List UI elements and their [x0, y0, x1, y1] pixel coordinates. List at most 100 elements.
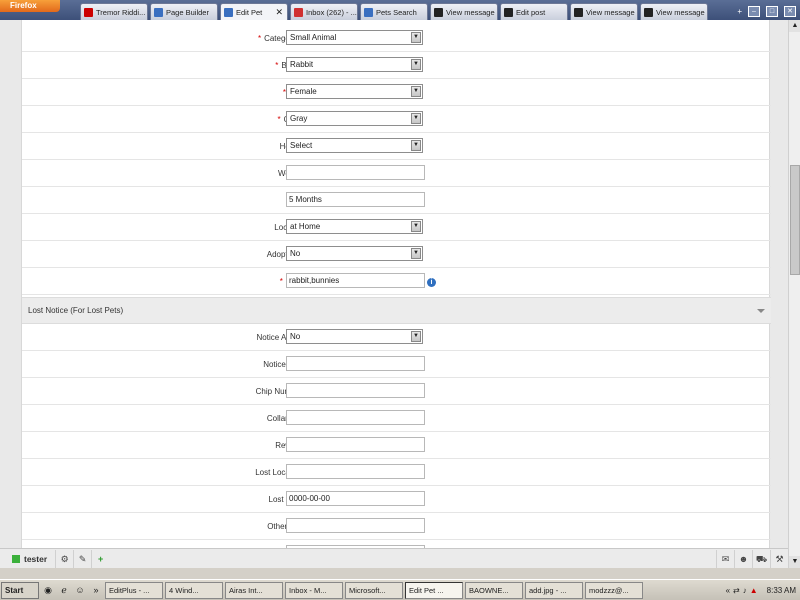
sex-select[interactable]: Female ▼	[286, 84, 423, 99]
form-row-height: Height:Select▼	[22, 133, 771, 160]
height-select[interactable]: Select ▼	[286, 138, 423, 153]
taskbar-button[interactable]: BAOWNE...	[465, 581, 523, 599]
lost-location-input[interactable]	[286, 464, 425, 479]
quick-launch-chevron-icon[interactable]: »	[89, 585, 103, 595]
select-value: Female	[290, 87, 317, 96]
form-row-weight: Weight:	[22, 160, 771, 187]
maximize-button[interactable]: □	[766, 6, 778, 17]
browser-tab[interactable]: Edit Pet ✕	[220, 3, 288, 20]
tray-chevron-icon[interactable]: «	[726, 586, 730, 595]
browser-tab[interactable]: Inbox (262) - ...	[290, 3, 358, 20]
taskbar-button[interactable]: Microsoft...	[345, 581, 403, 599]
cart-icon[interactable]: ⛟	[752, 549, 770, 568]
ie-icon[interactable]: ℯ	[57, 585, 71, 596]
taskbar-button[interactable]: modzzz@...	[585, 581, 643, 599]
start-button[interactable]: Start	[1, 581, 39, 599]
browser-tab[interactable]: Pets Search	[360, 3, 428, 20]
gear-icon[interactable]: ⚙	[55, 549, 73, 568]
notice-active-select[interactable]: No ▼	[286, 329, 423, 344]
tags-input[interactable]: rabbit,bunnies	[286, 273, 425, 288]
user-icon[interactable]: ☻	[734, 549, 752, 568]
edit-icon[interactable]: ✎	[73, 549, 91, 568]
tab-close-icon[interactable]: ✕	[275, 7, 283, 18]
clock: 8:33 AM	[766, 585, 796, 595]
dropdown-arrow-icon[interactable]: ▼	[411, 32, 421, 43]
color-select[interactable]: Gray ▼	[286, 111, 423, 126]
scroll-thumb[interactable]	[790, 165, 800, 275]
select-value: at Home	[290, 222, 321, 231]
tab-label: Edit Pet	[236, 7, 263, 17]
categories-select[interactable]: Small Animal ▼	[286, 30, 423, 45]
lost-date-input[interactable]: 0000-00-00	[286, 491, 425, 506]
taskbar-button[interactable]: EditPlus - ...	[105, 581, 163, 599]
window-controls: + – □ ✕	[737, 3, 800, 20]
reward-input[interactable]	[286, 437, 425, 452]
mail-icon	[574, 7, 583, 17]
outlook-icon[interactable]: ☺	[73, 585, 87, 595]
new-tab-button[interactable]: +	[737, 7, 742, 16]
browser-tab[interactable]: Edit post	[500, 3, 568, 20]
form-row-reward: Reward:	[22, 432, 771, 459]
other-info-input[interactable]	[286, 518, 425, 533]
tab-label: Page Builder	[166, 7, 209, 17]
scroll-down-arrow-icon[interactable]: ▼	[789, 556, 800, 568]
browser-tab[interactable]: Page Builder	[150, 3, 218, 20]
form-row-notice-active: Notice Active: No ▼	[22, 324, 771, 351]
wrench-icon[interactable]: ⚒	[770, 549, 788, 568]
browser-tab[interactable]: View message	[430, 3, 498, 20]
breed-select[interactable]: Rabbit ▼	[286, 57, 423, 72]
page-icon	[364, 7, 373, 17]
browser-tab[interactable]: View message	[570, 3, 638, 20]
acrobat-icon[interactable]: ▲	[750, 586, 758, 595]
form-row-sex: *Sex:Female▼	[22, 79, 771, 106]
adoptable-select[interactable]: No ▼	[286, 246, 423, 261]
select-value: Rabbit	[290, 60, 314, 69]
taskbar-button[interactable]: 4 Wind...	[165, 581, 223, 599]
collar-tag-input[interactable]	[286, 410, 425, 425]
minimize-button[interactable]: –	[748, 6, 760, 17]
located-select[interactable]: at Home ▼	[286, 219, 423, 234]
firefox-menu-button[interactable]: Firefox	[0, 0, 60, 12]
chrome-icon[interactable]: ◉	[41, 585, 55, 596]
page-scrollbar[interactable]: ▲ ▼	[788, 20, 800, 568]
select-value: Small Animal	[290, 33, 337, 42]
form-row-color: *Color:Gray▼	[22, 106, 771, 133]
plus-icon[interactable]: +	[91, 549, 109, 568]
network-icon[interactable]: ⇄	[733, 586, 740, 595]
weight-input[interactable]	[286, 165, 425, 180]
select-value: Select	[290, 141, 313, 150]
form-row-breed: *Breed:Rabbit▼	[22, 52, 771, 79]
taskbar-button[interactable]: Airas Int...	[225, 581, 283, 599]
age-input[interactable]: 5 Months	[286, 192, 425, 207]
dropdown-arrow-icon[interactable]: ▼	[411, 248, 421, 259]
notice-title-input[interactable]	[286, 356, 425, 371]
scroll-up-arrow-icon[interactable]: ▲	[789, 20, 800, 32]
dropdown-arrow-icon[interactable]: ▼	[411, 59, 421, 70]
taskbar-button[interactable]: add.jpg - ...	[525, 581, 583, 599]
dropdown-arrow-icon[interactable]: ▼	[411, 221, 421, 232]
chip-number-input[interactable]	[286, 383, 425, 398]
taskbar-button[interactable]: Inbox - M...	[285, 581, 343, 599]
browser-tab[interactable]: View message	[640, 3, 708, 20]
volume-icon[interactable]: ♪	[743, 586, 747, 595]
form-row-chip-number: Chip Number:	[22, 378, 771, 405]
info-icon[interactable]: i	[427, 278, 436, 287]
username[interactable]: tester	[24, 554, 47, 564]
mail-icon[interactable]: ✉	[716, 549, 734, 568]
lost-notice-section-header[interactable]: Lost Notice (For Lost Pets)	[22, 297, 771, 324]
taskbar-button[interactable]: Edit Pet ...	[405, 581, 463, 599]
page-content: *Categories:Small Animal▼*Breed:Rabbit▼*…	[0, 20, 788, 548]
form-row-collar-tag: Collar Tag:	[22, 405, 771, 432]
collapse-triangle-icon[interactable]	[757, 309, 765, 313]
close-window-button[interactable]: ✕	[784, 6, 796, 17]
browser-tab[interactable]: Tremor Riddi...	[80, 3, 148, 20]
form-row-categories: * Categories: Small Animal ▼	[22, 25, 771, 52]
dropdown-arrow-icon[interactable]: ▼	[411, 113, 421, 124]
dropdown-arrow-icon[interactable]: ▼	[411, 86, 421, 97]
dropdown-arrow-icon[interactable]: ▼	[411, 140, 421, 151]
select-value: No	[290, 249, 301, 258]
dropdown-arrow-icon[interactable]: ▼	[411, 331, 421, 342]
windows-taskbar: Start ◉ ℯ ☺ » EditPlus - ... 4 Wind... Air…	[0, 579, 800, 600]
required-marker: *	[257, 34, 262, 43]
form-row-contact-info: Contact Info:	[22, 540, 771, 548]
